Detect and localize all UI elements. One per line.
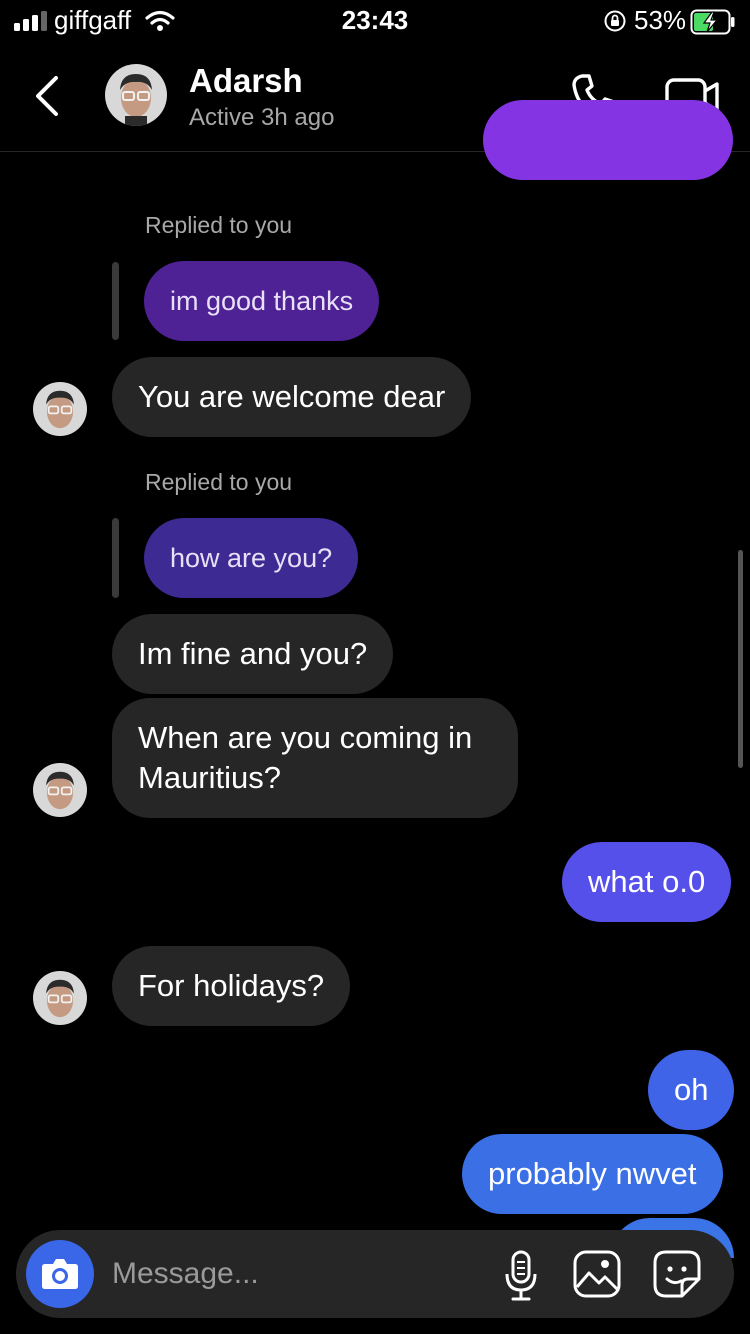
replied-message-bubble[interactable]: how are you? (144, 518, 359, 598)
battery-percent: 53% (634, 5, 687, 35)
microphone-icon[interactable] (504, 1250, 538, 1302)
back-chevron-icon[interactable] (28, 72, 68, 120)
rotation-lock-icon (604, 10, 626, 32)
battery-charging-icon (690, 9, 735, 35)
replied-message-bubble[interactable]: im good thanks (144, 261, 380, 341)
camera-icon (42, 1259, 78, 1289)
my-message-bubble[interactable]: what o.0 (562, 842, 732, 922)
my-message-bubble-partial[interactable] (483, 100, 733, 180)
message-composer (16, 1230, 734, 1318)
my-message-bubble[interactable]: probably nwvet (462, 1134, 723, 1214)
contact-status: Active 3h ago (189, 104, 335, 131)
camera-button[interactable] (26, 1240, 94, 1308)
reply-label: Replied to you (145, 212, 293, 238)
contact-avatar-small[interactable] (33, 382, 87, 436)
their-message-bubble[interactable]: You are welcome dear (112, 357, 472, 437)
scrollbar[interactable] (738, 550, 743, 768)
message-input[interactable] (112, 1230, 492, 1318)
their-message-bubble[interactable]: For holidays? (112, 946, 351, 1026)
contact-avatar-small[interactable] (33, 971, 87, 1025)
my-message-bubble[interactable]: oh (648, 1050, 735, 1130)
reply-quote-bar (112, 518, 119, 598)
status-bar: giffgaff 23:43 53% (0, 0, 750, 44)
reply-label: Replied to you (145, 469, 293, 495)
their-message-bubble[interactable]: Im fine and you? (112, 614, 394, 694)
their-message-bubble[interactable]: When are you coming in Mauritius? (112, 698, 518, 818)
gallery-icon[interactable] (572, 1249, 622, 1299)
reply-quote-bar (112, 262, 119, 340)
contact-name[interactable]: Adarsh (189, 62, 303, 100)
contact-avatar[interactable] (105, 64, 167, 126)
contact-avatar-small[interactable] (33, 763, 87, 817)
sticker-icon[interactable] (652, 1249, 702, 1299)
